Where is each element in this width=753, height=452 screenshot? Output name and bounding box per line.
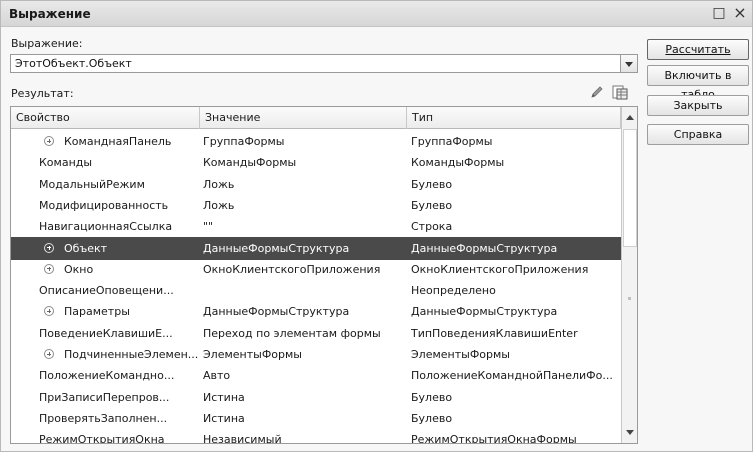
expand-icon[interactable] [44, 349, 54, 359]
scroll-grip-icon [628, 297, 631, 300]
table-icon[interactable] [612, 84, 628, 100]
expression-window: Выражение □ × Выражение: Результат: Свой… [0, 0, 753, 452]
table-row[interactable]: МодальныйРежим Ложь Булево [11, 173, 621, 196]
type-cell: КомандыФормы [411, 156, 505, 170]
close-button[interactable]: Закрыть [647, 95, 749, 116]
type-cell: Неопределено [411, 284, 496, 298]
table-row[interactable]: НавигационнаяСсылка "" Строка [11, 215, 621, 238]
value-cell: Ложь [203, 177, 235, 191]
calculate-button[interactable]: Рассчитать [647, 39, 749, 60]
property-cell: КоманднаяПанель [64, 135, 172, 148]
property-cell: НавигационнаяСсылка [39, 220, 173, 234]
maximize-icon[interactable]: □ [711, 5, 727, 21]
table-row[interactable]: ПоведениеКлавишиЕ... Переход по элементам… [11, 322, 621, 345]
column-header-value[interactable]: Значение [200, 107, 407, 129]
type-cell: Булево [411, 177, 453, 191]
type-cell: ПоложениеКоманднойПанелиФо... [411, 369, 613, 383]
value-cell: ОкноКлиентскогоПриложения [203, 262, 381, 276]
expand-icon[interactable] [44, 306, 54, 317]
type-cell: ЭлементыФормы [411, 348, 510, 361]
value-cell: КомандыФормы [203, 156, 297, 170]
value-cell: Переход по элементам формы [203, 326, 381, 340]
help-button[interactable]: Справка [647, 124, 749, 145]
property-cell: Параметры [64, 305, 130, 319]
scroll-thumb[interactable] [623, 129, 637, 247]
value-cell: ГруппаФормы [203, 135, 285, 148]
property-cell: Окно [64, 262, 94, 276]
pencil-icon[interactable] [590, 85, 604, 99]
type-cell: ТипПоведенияКлавишиEnter [411, 326, 578, 340]
type-cell: ГруппаФормы [411, 135, 493, 148]
scroll-up-arrow-icon[interactable] [622, 107, 637, 129]
value-cell: Независимый [203, 433, 282, 444]
table-row[interactable]: Модифицированность Ложь Булево [11, 194, 621, 217]
property-cell: ПриЗаписиПерепров... [39, 390, 170, 404]
value-cell: Истина [203, 390, 245, 404]
table-row[interactable]: ПоложениеКомандно... Авто ПоложениеКомандн… [11, 364, 621, 387]
property-cell: ОписаниеОповещени... [39, 284, 174, 298]
expand-icon[interactable] [44, 263, 54, 274]
expression-dropdown-button[interactable] [621, 54, 638, 73]
type-cell: ДанныеФормыСтруктура [411, 305, 558, 319]
expand-icon[interactable] [44, 136, 54, 146]
table-row[interactable]: Команды КомандыФормы КомандыФормы [11, 151, 621, 174]
include-in-table-button[interactable]: Включить в табло [647, 65, 749, 101]
property-cell: Команды [39, 156, 93, 170]
property-cell: РежимОткрытияОкна [39, 433, 165, 444]
value-cell: ДанныеФормыСтруктура [203, 241, 350, 255]
property-cell: ПроверятьЗаполнен... [39, 411, 168, 425]
table-header: Свойство Значение Тип [11, 107, 621, 129]
table-row[interactable]: ОписаниеОповещени... Неопределено [11, 279, 621, 302]
property-cell: ПоведениеКлавишиЕ... [39, 326, 173, 340]
property-cell: МодальныйРежим [39, 177, 145, 191]
table-row[interactable]: КоманднаяПанель ГруппаФормы ГруппаФормы [11, 130, 621, 153]
value-cell [203, 279, 403, 302]
value-cell: Авто [203, 369, 231, 383]
value-cell: "" [203, 220, 214, 234]
table-row[interactable]: ПроверятьЗаполнен... Истина Булево [11, 407, 621, 430]
table-row[interactable]: Окно ОкноКлиентскогоПриложения ОкноКлиентс… [11, 258, 621, 281]
type-cell: Строка [411, 220, 453, 234]
value-cell: ЭлементыФормы [203, 348, 302, 361]
expression-label: Выражение: [11, 37, 83, 50]
value-cell: ДанныеФормыСтруктура [203, 305, 350, 319]
calculate-button-label: Рассчитать [665, 43, 731, 56]
value-cell: Ложь [203, 198, 235, 212]
scroll-down-arrow-icon[interactable] [622, 421, 637, 443]
table-row[interactable]: РежимОткрытияОкна Независимый РежимОткрыти… [11, 428, 621, 444]
expression-input[interactable] [10, 54, 621, 73]
property-cell: ПоложениеКомандно... [39, 369, 175, 383]
type-cell: ДанныеФормыСтруктура [411, 241, 558, 255]
type-cell: РежимОткрытияОкнаФормы [411, 433, 577, 444]
vertical-scrollbar[interactable] [621, 107, 637, 443]
value-cell: Истина [203, 411, 245, 425]
table-row[interactable]: Параметры ДанныеФормыСтруктура ДанныеФормы… [11, 300, 621, 323]
type-cell: Булево [411, 198, 453, 212]
table-row[interactable]: Объект ДанныеФормыСтруктура ДанныеФормыСтр… [11, 236, 621, 260]
result-label: Результат: [11, 87, 74, 100]
type-cell: Булево [411, 411, 453, 425]
type-cell: Булево [411, 390, 453, 404]
property-cell: Объект [64, 241, 108, 255]
close-icon[interactable]: × [732, 5, 748, 21]
column-header-property[interactable]: Свойство [11, 107, 200, 129]
result-table: Свойство Значение Тип КоманднаяПанель Гру… [10, 106, 638, 444]
expand-icon[interactable] [44, 242, 54, 253]
property-cell: Модифицированность [39, 198, 169, 212]
column-header-type[interactable]: Тип [407, 107, 621, 129]
table-row[interactable]: ПриЗаписиПерепров... Истина Булево [11, 386, 621, 409]
title-bar: Выражение □ × [1, 1, 752, 27]
window-title: Выражение [9, 7, 91, 21]
property-cell: ПодчиненныеЭлемен... [64, 348, 198, 361]
type-cell: ОкноКлиентскогоПриложения [411, 262, 589, 276]
table-row[interactable]: ПодчиненныеЭлемен... ЭлементыФормы Элемент… [11, 343, 621, 366]
